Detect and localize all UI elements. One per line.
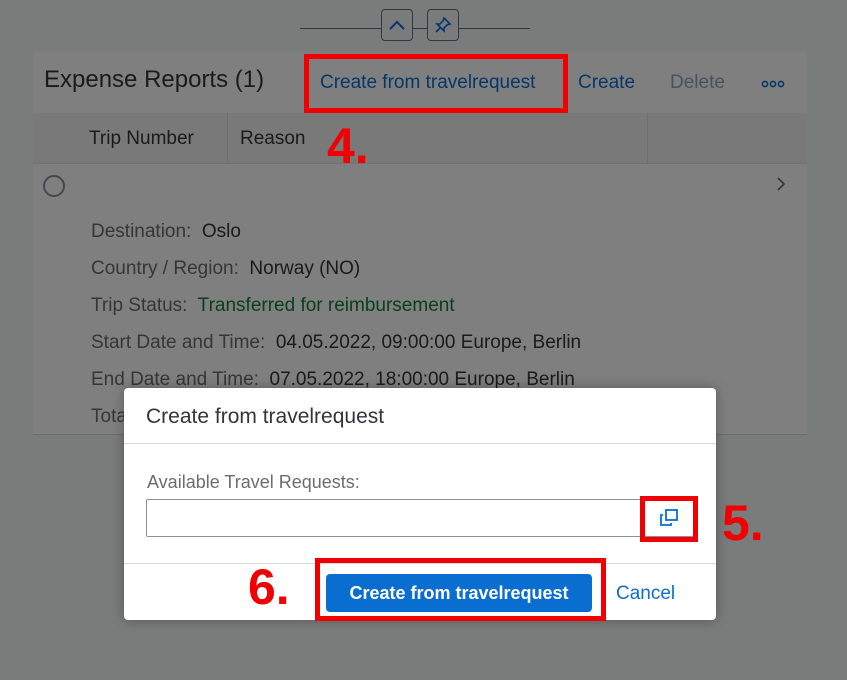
step-4-number: 4. <box>327 118 369 174</box>
step-6-number: 6. <box>248 559 290 615</box>
step-5-number: 5. <box>722 495 764 551</box>
step-6-highlight-box <box>315 558 606 621</box>
available-travel-requests-input[interactable] <box>146 499 694 537</box>
dialog-title: Create from travelrequest <box>146 405 385 428</box>
dialog-header-divider <box>124 443 716 444</box>
step-5-highlight-box <box>640 496 698 542</box>
step-4-highlight-box <box>304 54 568 113</box>
available-travel-requests-label: Available Travel Requests: <box>147 472 360 492</box>
dialog-cancel-button[interactable]: Cancel <box>616 583 675 605</box>
